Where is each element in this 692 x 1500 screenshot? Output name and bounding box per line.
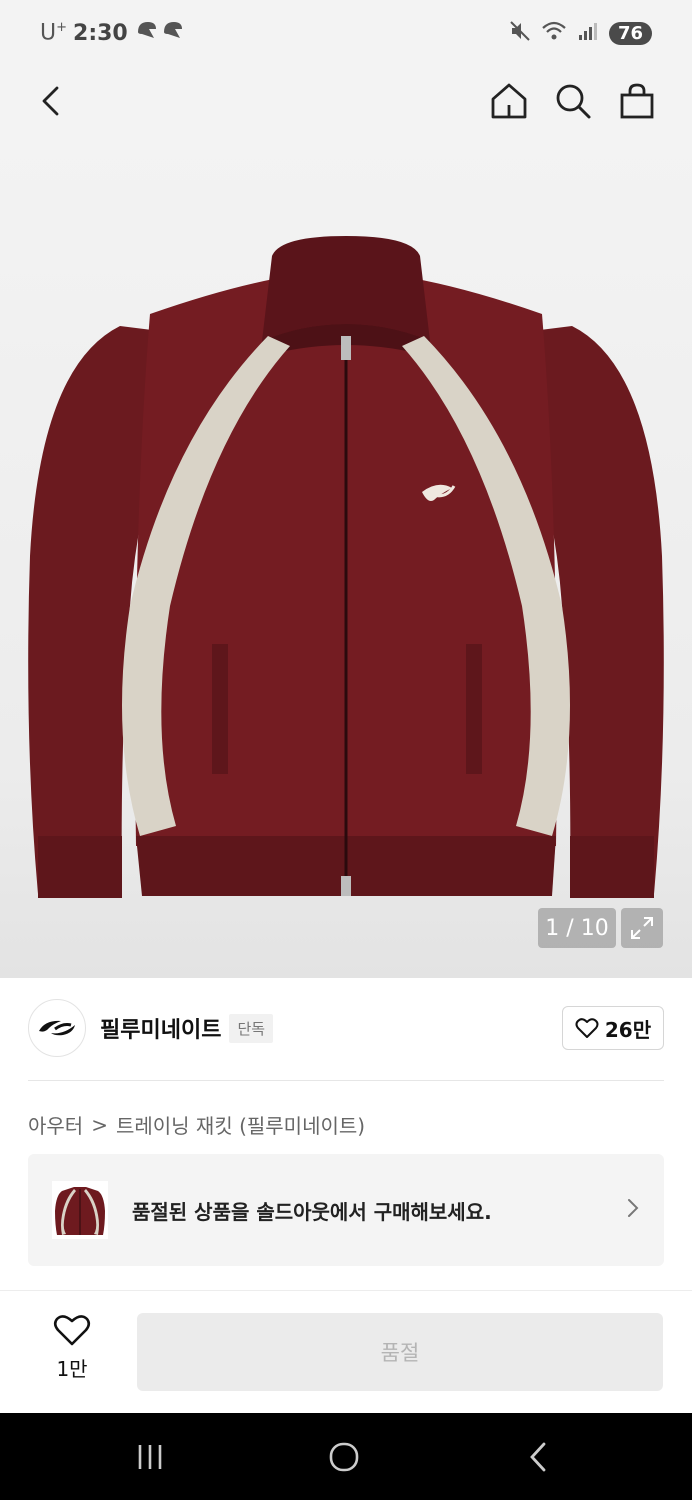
wifi-icon [541, 20, 567, 47]
chevron-left-icon [42, 86, 59, 116]
brand-logo-icon [39, 1020, 75, 1036]
expand-button[interactable] [621, 908, 663, 948]
wishlist-count: 1만 [56, 1357, 88, 1381]
back-icon [530, 1442, 546, 1472]
home-icon [491, 83, 527, 119]
chevron-right-icon [626, 1197, 640, 1223]
search-icon [556, 84, 591, 119]
brand-logo[interactable] [28, 999, 86, 1057]
clock: 2:30 [73, 20, 128, 46]
brand-like-button[interactable]: 26만 [562, 1006, 664, 1050]
breadcrumb: 아우터 > 트레이닝 재킷 (필루미네이트) [28, 1110, 365, 1139]
soldout-promo-banner[interactable]: 품절된 상품을 솔드아웃에서 구매해보세요. [28, 1154, 664, 1266]
carrier-label: U+ [40, 20, 68, 46]
sold-out-button[interactable]: 품절 [137, 1313, 663, 1391]
divider [28, 1080, 664, 1081]
home-circle-icon [329, 1442, 359, 1472]
breadcrumb-category[interactable]: 아우터 [28, 1110, 83, 1139]
brand-like-count: 26만 [604, 1017, 652, 1042]
wishlist-button[interactable]: 1만 [40, 1313, 104, 1393]
system-back-button[interactable] [508, 1435, 568, 1479]
product-image [28, 236, 664, 898]
back-button[interactable] [28, 78, 74, 124]
system-nav-bar [0, 1413, 692, 1500]
system-home-button[interactable] [314, 1435, 374, 1479]
status-left: U+ 2:30 [40, 18, 190, 48]
breadcrumb-separator: > [91, 1112, 108, 1137]
exclusive-badge: 단독 [229, 1013, 274, 1043]
heart-icon [575, 1018, 599, 1038]
signal-icon [577, 20, 599, 47]
brand-row[interactable]: 필루미네이트 단독 26만 [28, 998, 664, 1058]
cart-button[interactable] [614, 78, 660, 124]
promo-thumbnail [52, 1181, 108, 1239]
home-button[interactable] [486, 78, 532, 124]
breadcrumb-product[interactable]: 트레이닝 재킷 (필루미네이트) [116, 1110, 365, 1139]
status-bar: U+ 2:30 76 [0, 0, 692, 66]
mute-icon [509, 20, 531, 47]
shopping-bag-icon [620, 83, 654, 119]
brand-name[interactable]: 필루미네이트 [100, 1012, 221, 1044]
bottom-action-bar: 1만 품절 [0, 1291, 692, 1413]
status-right: 76 [509, 20, 652, 47]
search-button[interactable] [550, 78, 596, 124]
recent-apps-icon [138, 1445, 162, 1469]
page-indicator: 1 / 10 [538, 908, 616, 948]
battery-indicator: 76 [608, 21, 652, 45]
expand-icon [631, 917, 653, 939]
recent-apps-button[interactable] [120, 1435, 180, 1479]
top-nav [0, 66, 692, 218]
product-image-gallery[interactable]: 1 / 10 [0, 136, 692, 978]
heart-icon [53, 1315, 91, 1346]
notification-icon [134, 18, 190, 48]
promo-text: 품절된 상품을 솔드아웃에서 구매해보세요. [132, 1199, 492, 1224]
